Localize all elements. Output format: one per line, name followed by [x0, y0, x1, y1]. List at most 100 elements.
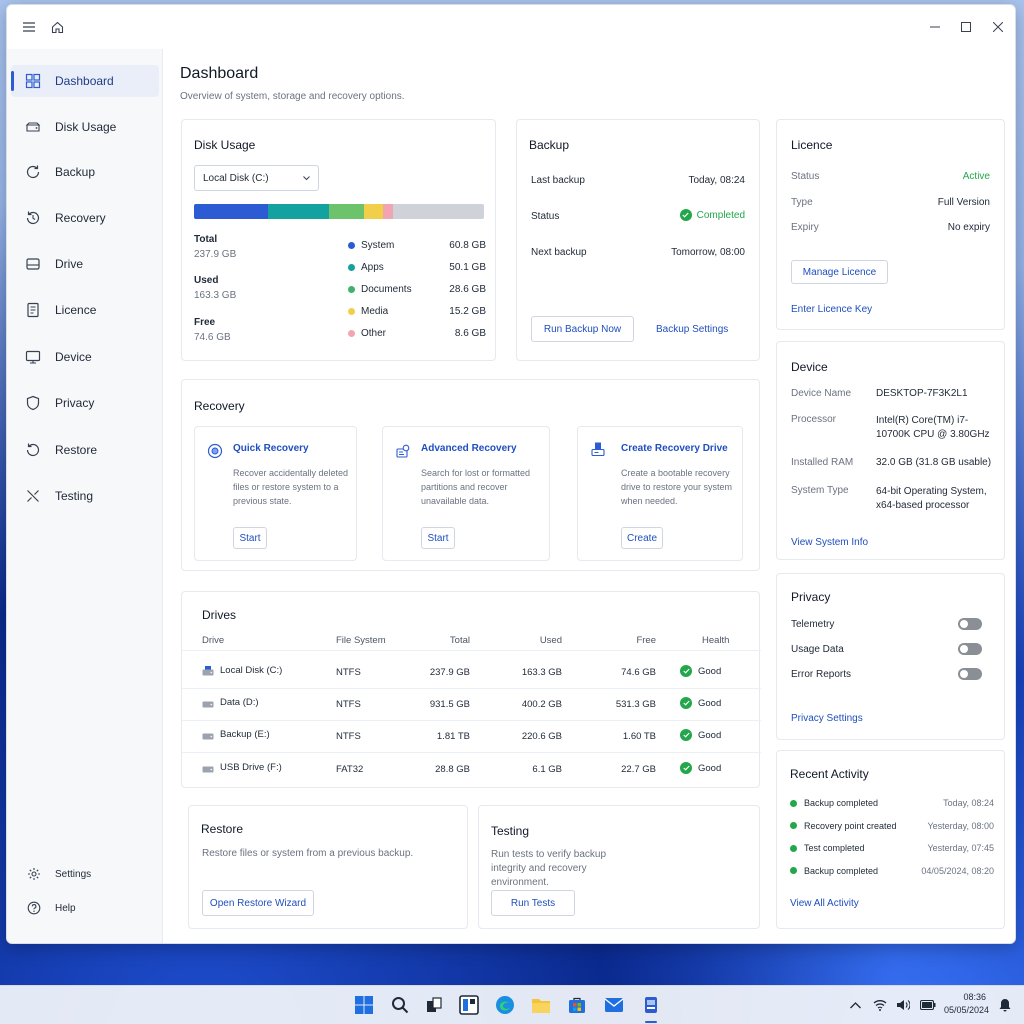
next-backup-value: Tomorrow, 08:00: [671, 247, 745, 258]
view-all-activity-link[interactable]: View All Activity: [790, 898, 859, 909]
hamburger-menu-icon[interactable]: [19, 17, 39, 37]
backup-settings-link[interactable]: Backup Settings: [656, 324, 728, 335]
table-row[interactable]: USB Drive (F:) FAT32 28.8 GB 6.1 GB 22.7 GB G…: [182, 753, 761, 785]
widgets-icon[interactable]: [458, 994, 480, 1016]
privacy-settings-link[interactable]: Privacy Settings: [791, 713, 863, 724]
maximize-icon[interactable]: [956, 17, 976, 37]
processor-value: Intel(R) Core(TM) i7-10700K CPU @ 3.80GH…: [876, 415, 990, 440]
status-dot: [790, 822, 797, 830]
sidebar-item-help[interactable]: Help: [11, 896, 159, 920]
edge-icon[interactable]: [494, 994, 516, 1016]
stat-label: Total: [194, 234, 218, 245]
file-explorer-icon[interactable]: [530, 994, 552, 1016]
check-icon: [679, 209, 692, 221]
taskbar: 08:36 05/05/2024: [0, 985, 1024, 1024]
sidebar-item-label: Licence: [55, 303, 97, 317]
disk-select[interactable]: Local Disk (C:): [194, 165, 319, 191]
stat-value: 74.6 GB: [194, 332, 231, 343]
legend-item: Apps 50.1 GB: [348, 256, 486, 278]
close-icon[interactable]: [988, 17, 1008, 37]
chevron-up-icon[interactable]: [844, 994, 866, 1016]
telemetry-toggle[interactable]: [958, 618, 982, 630]
app-taskbar-icon[interactable]: [638, 992, 664, 1018]
system-type-label: System Type: [791, 485, 849, 496]
enter-licence-key-link[interactable]: Enter Licence Key: [791, 304, 872, 315]
search-icon[interactable]: [389, 994, 411, 1016]
drive-name: Local Disk (C:): [220, 665, 283, 676]
disk-bar-segment-other: [382, 204, 394, 219]
quick-recovery-start-button[interactable]: Start: [233, 527, 267, 549]
drive-name-cell: Local Disk (C:): [202, 665, 322, 676]
manage-licence-button[interactable]: Manage Licence: [791, 260, 888, 284]
sidebar-item-label: Disk Usage: [55, 120, 117, 134]
mail-icon[interactable]: [603, 994, 625, 1016]
run-backup-button[interactable]: Run Backup Now: [531, 316, 634, 342]
table-row[interactable]: Data (D:) NTFS 931.5 GB 400.2 GB 531.3 GB Goo…: [182, 688, 761, 720]
sidebar-item-disk-usage[interactable]: Disk Usage: [11, 111, 159, 143]
sidebar-item-dashboard[interactable]: Dashboard: [11, 65, 159, 97]
volume-icon[interactable]: [892, 994, 914, 1016]
sidebar-item-privacy[interactable]: Privacy: [11, 387, 159, 419]
recent-activity-card: Recent Activity Backup completed Today, 0…: [776, 750, 1005, 929]
licence-type-label: Type: [791, 197, 813, 208]
drive-free-cell: 74.6 GB: [621, 667, 656, 678]
run-tests-button[interactable]: Run Tests: [491, 890, 575, 916]
restore-desc: Restore files or system from a previous …: [202, 848, 414, 859]
table-row[interactable]: Backup (E:) NTFS 1.81 TB 220.6 GB 1.60 TB Goo…: [182, 720, 761, 752]
advanced-recovery-start-button[interactable]: Start: [421, 527, 455, 549]
sidebar-item-device[interactable]: Device: [11, 341, 159, 373]
processor-label: Processor: [791, 414, 837, 425]
clock[interactable]: 08:36 05/05/2024: [944, 991, 989, 1017]
table-divider: [182, 650, 761, 651]
sidebar-item-restore[interactable]: Restore: [11, 434, 159, 466]
drive-health-cell: Good: [680, 762, 740, 774]
drive-total-cell: 931.5 GB: [429, 699, 470, 710]
start-icon[interactable]: [353, 994, 375, 1016]
home-icon[interactable]: [47, 17, 67, 37]
drive-free-cell: 531.3 GB: [615, 699, 656, 710]
ram-value: 32.0 GB (31.8 GB usable): [876, 457, 992, 468]
device-name-label: Device Name: [791, 388, 852, 399]
store-icon[interactable]: [566, 994, 588, 1016]
battery-icon[interactable]: [917, 994, 939, 1016]
minimize-icon[interactable]: [925, 17, 945, 37]
table-row[interactable]: Local Disk (C:) NTFS 237.9 GB 163.3 GB 74.6 …: [182, 656, 761, 688]
sidebar-item-label: Device: [55, 350, 92, 364]
activity-label: Test completed: [804, 843, 865, 854]
sidebar-item-backup[interactable]: Backup: [11, 156, 159, 188]
sidebar-item-recovery[interactable]: Recovery: [11, 202, 159, 234]
legend-value: 15.2 GB: [449, 305, 486, 317]
disk-bar-segment-free: [393, 204, 484, 219]
disk-usage-title: Disk Usage: [194, 138, 256, 152]
view-system-info-link[interactable]: View System Info: [791, 537, 868, 548]
usage-data-toggle[interactable]: [958, 643, 982, 655]
licence-card: Licence Status Active Type Full Version …: [776, 119, 1005, 330]
notification-bell-icon[interactable]: [994, 994, 1016, 1016]
backup-icon: [26, 165, 40, 179]
wifi-icon[interactable]: [869, 994, 891, 1016]
next-backup-label: Next backup: [531, 247, 587, 258]
task-view-icon[interactable]: [423, 994, 445, 1016]
check-icon: [680, 697, 692, 709]
option-title: Quick Recovery: [233, 443, 309, 454]
usb-drive-icon: [591, 442, 605, 457]
create-recovery-drive-button[interactable]: Create: [621, 527, 663, 549]
stat-label: Used: [194, 275, 219, 286]
drive-fs-cell: NTFS: [336, 699, 361, 710]
error-reports-toggle[interactable]: [958, 668, 982, 680]
device-icon: [25, 350, 41, 364]
sidebar: Dashboard Disk Usage Backup Recovery Dri…: [7, 49, 163, 943]
sidebar-item-licence[interactable]: Licence: [11, 294, 159, 326]
sidebar-item-testing[interactable]: Testing: [11, 480, 159, 512]
legend-name: Documents: [361, 283, 412, 295]
licence-status-label: Status: [791, 171, 820, 182]
legend-dot: [348, 307, 355, 315]
sidebar-item-settings[interactable]: Settings: [11, 862, 159, 886]
drive-health: Good: [698, 697, 722, 709]
open-restore-wizard-button[interactable]: Open Restore Wizard: [202, 890, 314, 916]
check-icon: [680, 665, 692, 677]
licence-expiry-value: No expiry: [947, 222, 990, 233]
sidebar-item-drive[interactable]: Drive: [11, 248, 159, 280]
last-backup-value: Today, 08:24: [688, 175, 745, 186]
drive-total-cell: 237.9 GB: [429, 667, 470, 678]
